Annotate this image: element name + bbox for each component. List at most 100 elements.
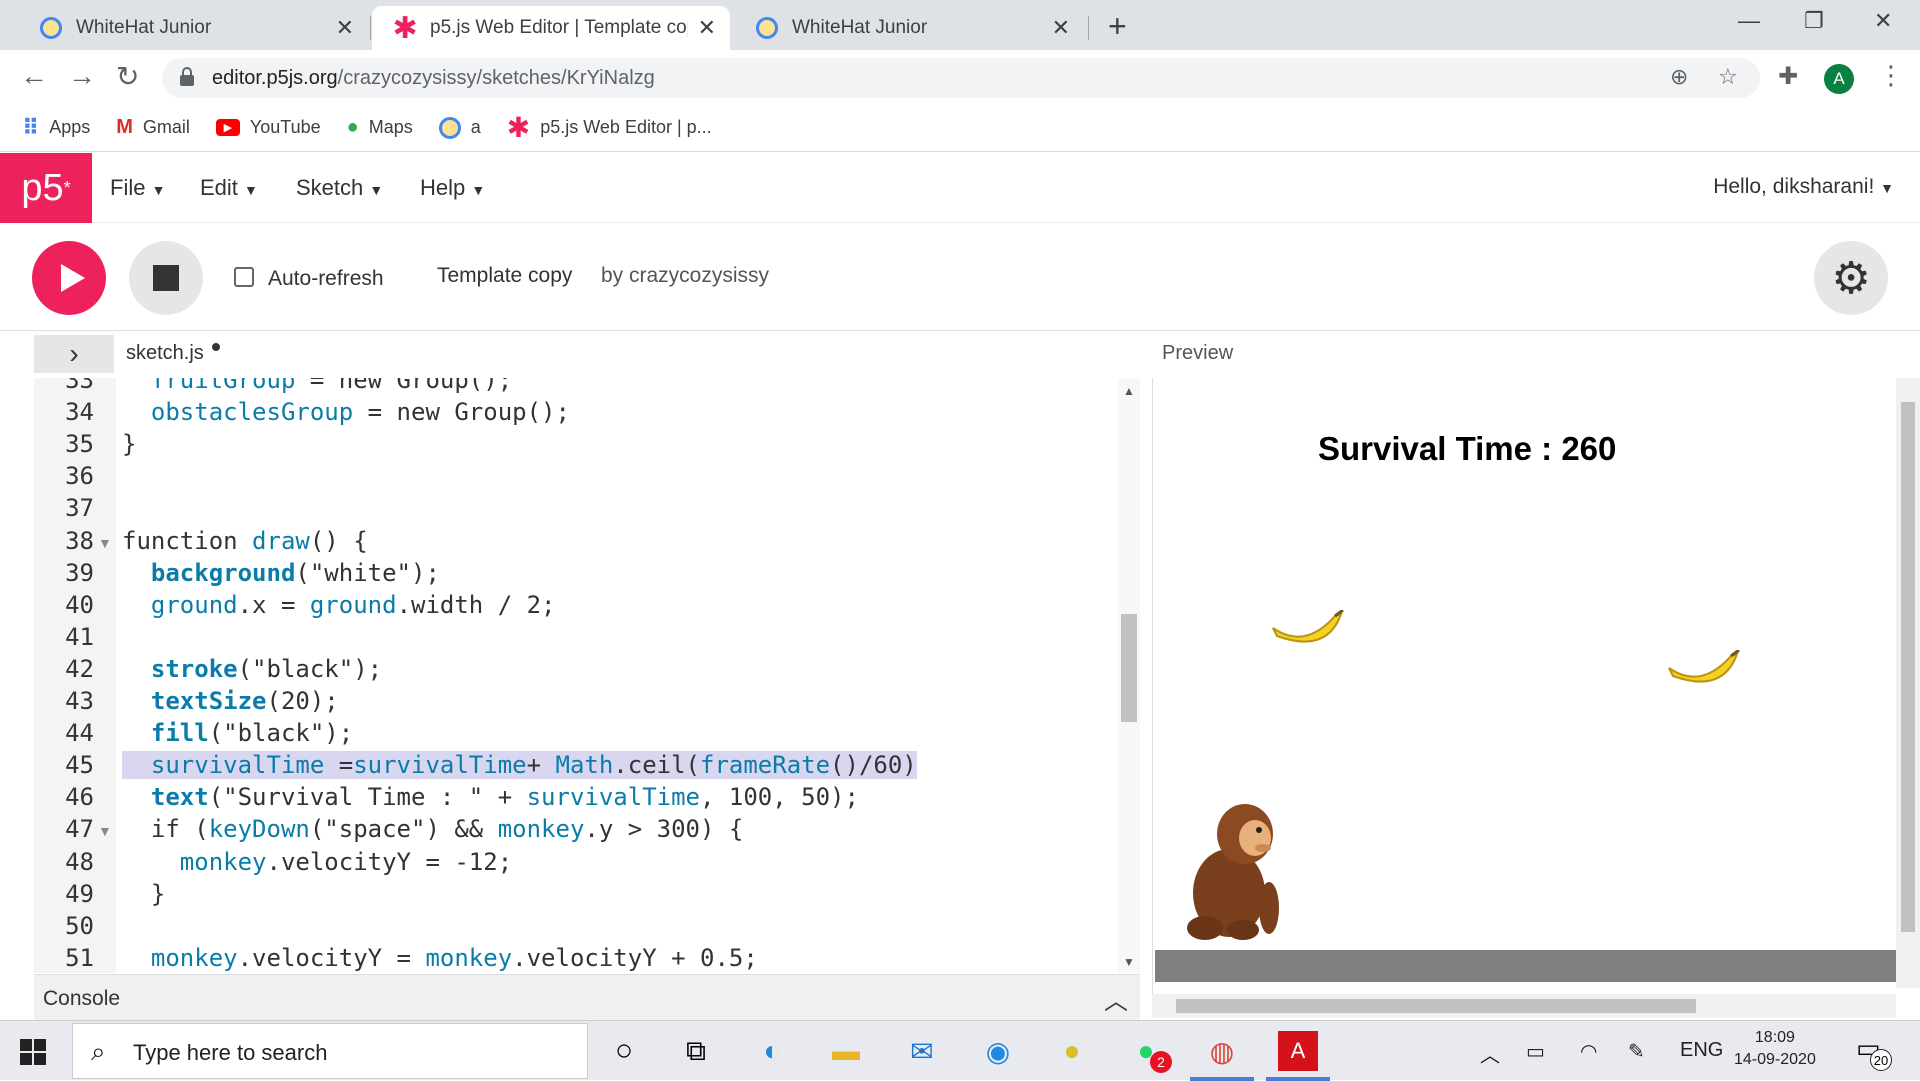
p5-logo-text: p5: [21, 166, 64, 209]
p5-asterisk-icon: ✱: [392, 11, 418, 45]
app-icon[interactable]: ◉: [978, 1031, 1018, 1071]
close-icon[interactable]: ✕: [336, 15, 354, 41]
menu-edit[interactable]: Edit ▼: [200, 175, 258, 201]
edge-icon[interactable]: ◐: [752, 1031, 792, 1071]
code-line[interactable]: obstaclesGroup = new Group();: [122, 398, 570, 426]
profile-avatar[interactable]: A: [1824, 64, 1854, 94]
code-line[interactable]: }: [122, 430, 136, 458]
tab-title: WhiteHat Junior: [792, 17, 928, 38]
close-icon[interactable]: ✕: [698, 15, 716, 41]
forward-arrow-icon[interactable]: →: [68, 60, 96, 92]
fold-arrow-icon[interactable]: ▼: [98, 823, 112, 839]
tab-whitehat-1[interactable]: WhiteHat Junior ✕: [18, 6, 368, 50]
code-line[interactable]: text("Survival Time : " + survivalTime, …: [122, 783, 859, 811]
language-indicator[interactable]: ENG: [1680, 1039, 1723, 1062]
code-line[interactable]: if (keyDown("space") && monkey.y > 300) …: [122, 815, 743, 843]
extensions-puzzle-icon[interactable]: ✚: [1778, 62, 1798, 91]
bookmark-maps[interactable]: ● Maps: [347, 116, 413, 139]
p5-logo[interactable]: p5 *: [0, 153, 92, 223]
file-explorer-icon[interactable]: ▬: [826, 1031, 866, 1071]
new-tab-button[interactable]: +: [1108, 8, 1127, 45]
settings-button[interactable]: ⚙: [1814, 241, 1888, 315]
code-editor[interactable]: 33 fruitGroup = new Group(); 34 obstacles…: [34, 378, 1118, 973]
auto-refresh-checkbox[interactable]: [234, 267, 254, 287]
sketch-author[interactable]: by crazycozysissy: [601, 264, 769, 288]
wifi-icon[interactable]: ◠: [1580, 1039, 1597, 1064]
scrollbar-thumb[interactable]: [1176, 999, 1696, 1013]
code-line[interactable]: monkey.velocityY = monkey.velocityY + 0.…: [122, 944, 758, 972]
bookmark-a[interactable]: a: [438, 116, 481, 139]
address-bar[interactable]: editor.p5js.org/crazycozysissy/sketches/…: [162, 58, 1760, 98]
code-line[interactable]: fruitGroup = new Group();: [122, 378, 512, 394]
acrobat-icon[interactable]: A: [1278, 1031, 1318, 1071]
system-clock[interactable]: 18:09 14-09-2020: [1734, 1027, 1816, 1071]
caret-down-icon: ▼: [471, 182, 486, 198]
bookmark-label: Gmail: [142, 117, 190, 137]
bookmark-label: Maps: [368, 117, 413, 137]
line-number: 51: [65, 943, 94, 972]
bookmark-youtube[interactable]: ▶ YouTube: [215, 117, 321, 138]
bookmark-star-icon[interactable]: ☆: [1718, 64, 1738, 90]
bookmark-gmail[interactable]: M Gmail: [116, 116, 190, 139]
close-icon[interactable]: ✕: [1052, 15, 1070, 41]
mail-icon[interactable]: ✉: [902, 1031, 942, 1071]
window-close-button[interactable]: ✕: [1874, 8, 1892, 34]
zoo-game-icon[interactable]: ●: [1052, 1031, 1092, 1071]
code-line[interactable]: background("white");: [122, 559, 440, 587]
scroll-down-icon[interactable]: ▼: [1123, 955, 1135, 969]
preview-vertical-scrollbar[interactable]: [1896, 378, 1920, 988]
file-name[interactable]: sketch.js: [126, 342, 204, 365]
menu-file[interactable]: File ▼: [110, 175, 165, 201]
preview-horizontal-scrollbar[interactable]: [1152, 994, 1896, 1018]
editor-scrollbar[interactable]: ▲ ▼: [1118, 378, 1140, 973]
bookmark-apps[interactable]: ⠿ Apps: [22, 115, 90, 141]
restore-button[interactable]: ❐: [1804, 8, 1824, 34]
code-line[interactable]: textSize(20);: [122, 687, 339, 715]
fold-arrow-icon[interactable]: ▼: [98, 535, 112, 551]
search-icon: ⌕: [91, 1036, 106, 1066]
pen-icon[interactable]: ✎: [1628, 1039, 1645, 1064]
windows-start-icon[interactable]: [20, 1039, 46, 1065]
url-text[interactable]: editor.p5js.org/crazycozysissy/sketches/…: [212, 67, 655, 90]
whatsapp-icon[interactable]: ● 2: [1126, 1031, 1172, 1073]
code-line[interactable]: ground.x = ground.width / 2;: [122, 591, 556, 619]
stop-button[interactable]: [129, 241, 203, 315]
gmail-icon: M: [116, 116, 133, 138]
console-panel[interactable]: Console ︿: [34, 974, 1140, 1020]
code-line[interactable]: stroke("black");: [122, 655, 382, 683]
code-line[interactable]: monkey.velocityY = -12;: [122, 848, 512, 876]
show-hidden-icons-chevron-icon[interactable]: ︿: [1480, 1039, 1500, 1068]
scrollbar-thumb[interactable]: [1121, 614, 1137, 722]
tab-whitehat-2[interactable]: WhiteHat Junior ✕: [734, 6, 1084, 50]
code-line[interactable]: function draw() {: [122, 527, 368, 555]
sidebar-toggle-button[interactable]: ›: [34, 335, 114, 373]
bookmark-p5[interactable]: ✱ p5.js Web Editor | p...: [507, 111, 712, 144]
back-arrow-icon[interactable]: ←: [20, 60, 48, 92]
code-line[interactable]: fill("black");: [122, 719, 353, 747]
preview-label: Preview: [1162, 342, 1234, 364]
minimize-button[interactable]: —: [1738, 8, 1760, 34]
youtube-icon: ▶: [215, 119, 240, 136]
scroll-up-icon[interactable]: ▲: [1123, 384, 1135, 398]
chrome-icon[interactable]: ◍: [1202, 1031, 1242, 1071]
cortana-icon[interactable]: ○: [604, 1031, 644, 1071]
scrollbar-thumb[interactable]: [1901, 402, 1915, 932]
play-button[interactable]: [32, 241, 106, 315]
code-line[interactable]: }: [122, 880, 165, 908]
zoom-icon[interactable]: ⊕: [1670, 64, 1688, 90]
sketch-name[interactable]: Template copy: [437, 264, 572, 288]
task-view-icon[interactable]: ⧉: [676, 1031, 716, 1071]
user-menu[interactable]: Hello, diksharani! ▼: [1713, 175, 1894, 199]
preview-canvas[interactable]: Survival Time : 260: [1152, 378, 1897, 998]
code-line-selected[interactable]: survivalTime =survivalTime+ Math.ceil(fr…: [122, 751, 917, 780]
menu-help[interactable]: Help ▼: [420, 175, 485, 201]
menu-sketch[interactable]: Sketch ▼: [296, 175, 383, 201]
more-menu-icon[interactable]: ⋮: [1878, 60, 1904, 91]
tab-p5-editor[interactable]: ✱ p5.js Web Editor | Template copy ✕: [372, 6, 730, 50]
tab-separator: [370, 16, 371, 40]
taskbar-search-box[interactable]: ⌕ Type here to search: [72, 1023, 588, 1079]
reload-icon[interactable]: ↻: [116, 60, 139, 93]
notification-center-button[interactable]: ▭ 20: [1856, 1033, 1892, 1071]
battery-icon[interactable]: ▭: [1526, 1039, 1545, 1064]
chevron-up-icon[interactable]: ︿: [1104, 981, 1128, 1016]
